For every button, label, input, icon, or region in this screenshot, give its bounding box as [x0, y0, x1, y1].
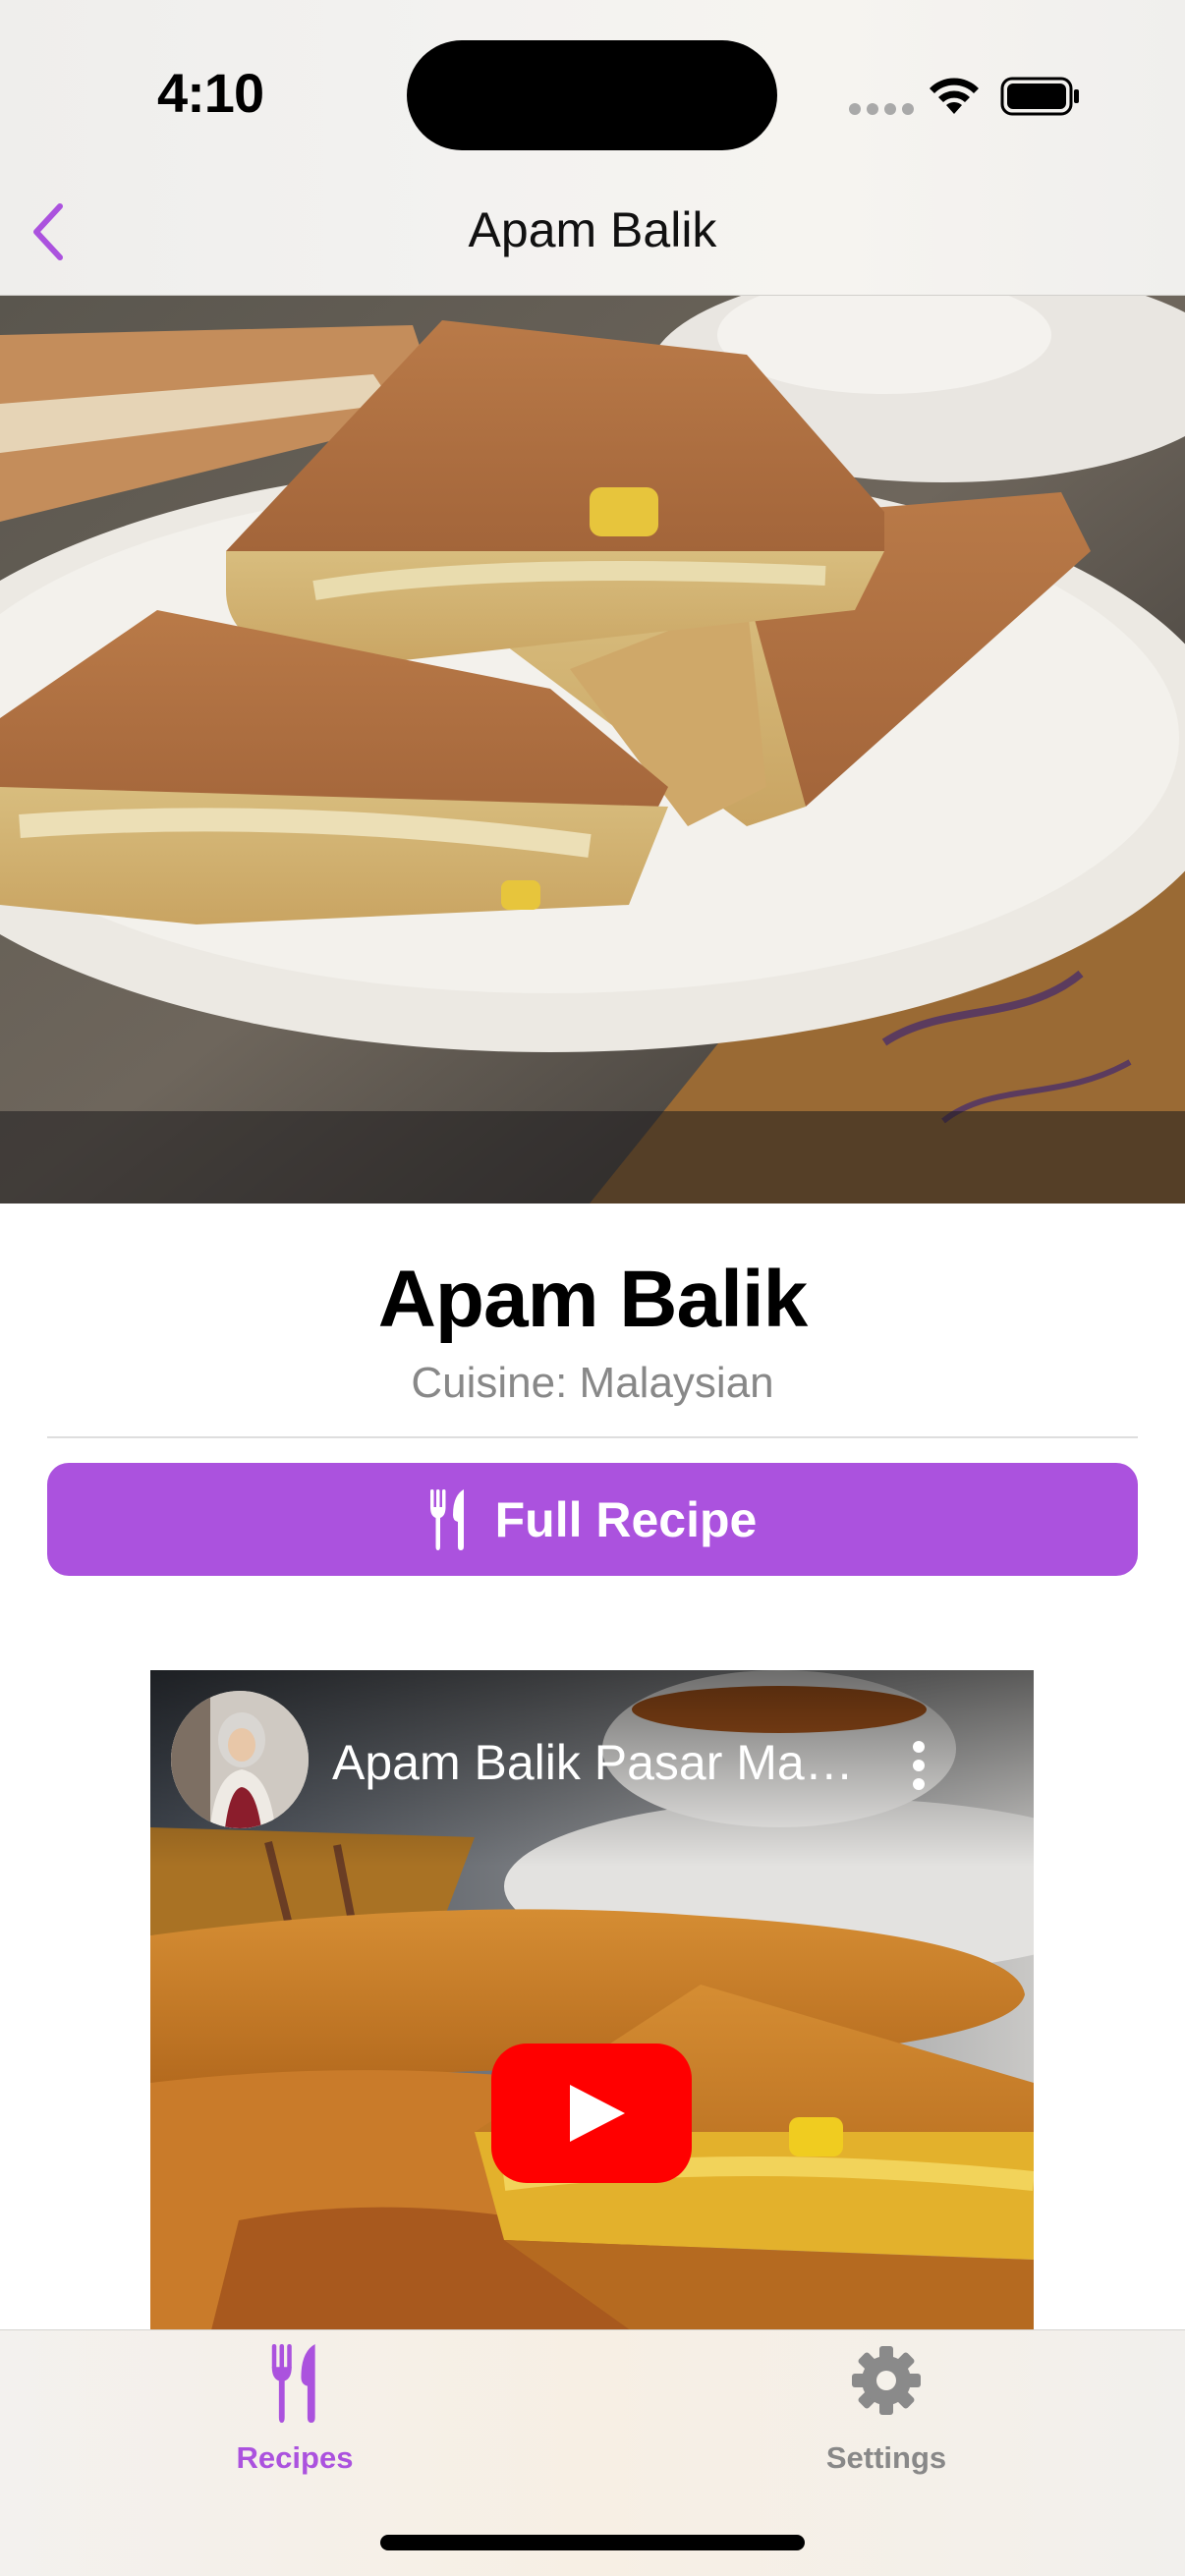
- wifi-icon: [930, 78, 979, 114]
- recipe-title: Apam Balik: [377, 1255, 809, 1344]
- full-recipe-label: Full Recipe: [494, 1491, 758, 1547]
- tab-settings[interactable]: Settings: [739, 2330, 1034, 2478]
- more-vertical-icon: [913, 1741, 925, 1790]
- youtube-play-icon[interactable]: [491, 2044, 692, 2183]
- tab-recipes-label: Recipes: [236, 2440, 354, 2475]
- home-indicator: [380, 2535, 805, 2550]
- nav-title: Apam Balik: [468, 202, 717, 257]
- channel-avatar[interactable]: [171, 1691, 309, 1828]
- chevron-left-icon: [33, 203, 63, 260]
- tab-recipes[interactable]: Recipes: [147, 2330, 442, 2478]
- divider: [47, 1436, 1138, 1438]
- fork-knife-icon: [429, 1488, 464, 1550]
- back-button[interactable]: [14, 193, 83, 271]
- fork-knife-icon: [271, 2344, 315, 2423]
- video-title[interactable]: Apam Balik Pasar Malam: [332, 1734, 863, 1791]
- dynamic-island: [407, 40, 777, 150]
- cellular-signal-icon: [849, 103, 914, 115]
- recipe-hero-image: [0, 296, 1185, 1204]
- cuisine-label: Cuisine: Malaysian: [411, 1359, 774, 1407]
- video-more-button[interactable]: [889, 1731, 948, 1800]
- navigation-bar: 4:10 Apam Balik: [0, 0, 1185, 296]
- full-recipe-button[interactable]: Full Recipe: [47, 1463, 1138, 1576]
- gear-icon: [852, 2346, 921, 2415]
- tab-settings-label: Settings: [825, 2440, 947, 2475]
- battery-icon: [1000, 77, 1079, 116]
- status-time: 4:10: [157, 62, 264, 124]
- screen: 4:10 Apam Balik Apam Balik Cuisine: Mala…: [0, 0, 1185, 2576]
